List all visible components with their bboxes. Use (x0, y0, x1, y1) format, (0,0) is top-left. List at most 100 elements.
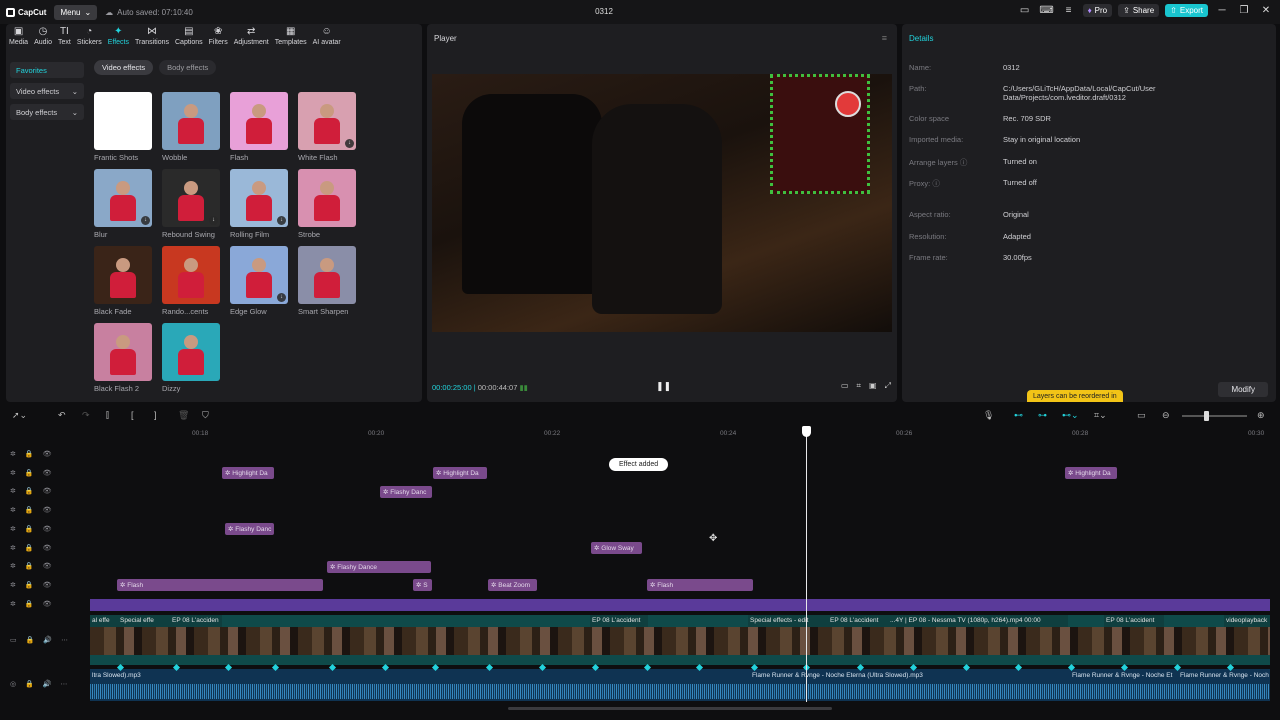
shield-icon[interactable]: ⛉ (202, 410, 209, 421)
main-video-track[interactable]: al effe Special effe EP 08 L'acciden EP 08 … (90, 615, 1270, 665)
effect-clip[interactable]: ✲ Highlight Da (1065, 467, 1117, 479)
effect-track-icon[interactable]: ✲ (10, 450, 16, 458)
effect-thumbnail[interactable] (94, 246, 152, 304)
playhead-handle[interactable] (802, 426, 811, 437)
tab-transitions[interactable]: ⋈ Transitions (132, 26, 172, 52)
tab-filters[interactable]: ❀ Filters (206, 26, 231, 52)
list-icon[interactable]: ≡ (1061, 5, 1077, 16)
eye-icon[interactable]: 👁 (43, 600, 52, 608)
caption-icon[interactable]: ▭ (1137, 410, 1146, 421)
tab-captions[interactable]: ▤ Captions (172, 26, 206, 52)
download-icon[interactable]: ↓ (141, 216, 150, 225)
eye-icon[interactable]: 👁 (43, 506, 52, 514)
download-icon[interactable]: ↓ (277, 216, 286, 225)
effect-clip[interactable]: ✲ Highlight Da (222, 467, 274, 479)
effect-thumbnail[interactable]: ↓ (162, 169, 220, 227)
full-quality-icon[interactable]: ▭ (841, 381, 849, 391)
effect-track-icon[interactable]: ✲ (10, 487, 16, 495)
hamburger-icon[interactable]: ≡ (882, 33, 887, 43)
effect-track-icon[interactable]: ✲ (10, 600, 16, 608)
modify-button[interactable]: Modify (1218, 382, 1268, 397)
undo-icon[interactable]: ↶ (58, 410, 66, 421)
eye-icon[interactable]: 👁 (43, 544, 52, 552)
effect-track-icon[interactable]: ✲ (10, 562, 16, 570)
video-segment-label[interactable]: al effe (90, 615, 118, 627)
effect-thumbnail[interactable]: ↓ (298, 92, 356, 150)
effect-thumbnail[interactable]: ↓ (230, 246, 288, 304)
category-body-effects[interactable]: Body effects ⌄ (10, 104, 84, 120)
more-icon[interactable]: ⋯ (61, 680, 68, 688)
video-segment-label[interactable]: EP 08 L'accident (828, 615, 888, 627)
lock-icon[interactable]: 🔒 (26, 636, 35, 644)
effect-item[interactable]: Dizzy (162, 323, 222, 393)
link-icon[interactable]: ⊷⌄ (1062, 410, 1079, 421)
effect-track-icon[interactable]: ✲ (10, 469, 16, 477)
eye-icon[interactable]: 👁 (43, 581, 52, 589)
effect-item[interactable]: Rando...cents (162, 246, 222, 316)
effect-thumbnail[interactable] (162, 92, 220, 150)
lock-icon[interactable]: 🔒 (25, 600, 34, 608)
effect-clip[interactable]: ✲ Flashy Danc (380, 485, 432, 498)
minimize-icon[interactable]: ─ (1214, 5, 1230, 16)
effect-track-icon[interactable]: ✲ (10, 581, 16, 589)
eye-icon[interactable]: 👁 (43, 487, 52, 495)
effect-thumbnail[interactable] (94, 323, 152, 381)
pro-button[interactable]: ♦ Pro (1082, 4, 1113, 17)
layout-icon[interactable]: ▭ (1017, 5, 1033, 16)
lock-icon[interactable]: 🔒 (25, 506, 34, 514)
download-icon[interactable]: ↓ (209, 216, 218, 225)
pause-icon[interactable]: ❚❚ (656, 381, 671, 392)
split-icon[interactable]: ⫿ (106, 410, 109, 421)
eye-icon[interactable]: 👁 (43, 525, 52, 533)
download-icon[interactable]: ↓ (345, 139, 354, 148)
video-segment-label[interactable]: Special effects - edit (748, 615, 828, 627)
effect-thumbnail[interactable] (298, 169, 356, 227)
video-track-icon[interactable]: ▭ (10, 636, 17, 644)
trim-right-icon[interactable]: ] (154, 410, 157, 420)
lock-icon[interactable]: 🔒 (25, 544, 34, 552)
effect-thumbnail[interactable]: ↓ (230, 169, 288, 227)
zoom-slider[interactable] (1182, 415, 1247, 417)
lock-icon[interactable]: 🔒 (25, 450, 34, 458)
effect-track-icon[interactable]: ✲ (10, 525, 16, 533)
subtab-body-effects[interactable]: Body effects (159, 60, 217, 75)
more-icon[interactable]: ⋯ (61, 636, 68, 644)
speaker-icon[interactable]: 🔊 (43, 680, 52, 688)
trim-left-icon[interactable]: [ (131, 410, 134, 420)
effect-item[interactable]: Black Fade (94, 246, 154, 316)
speaker-icon[interactable]: 🔊 (43, 636, 52, 644)
tab-ai-avatar[interactable]: ☺ AI avatar (310, 26, 344, 52)
video-segment-label[interactable]: ...4Y | EP 08 - Nessma TV (1080p, h264).… (888, 615, 1068, 627)
playhead[interactable] (806, 428, 807, 702)
video-preview[interactable] (432, 74, 892, 332)
zoom-out-icon[interactable]: ⊖ (1162, 410, 1170, 421)
video-segment-label[interactable]: videoplayback (1224, 615, 1270, 627)
link-main-icon[interactable]: ⊷ (1014, 410, 1023, 421)
shortcuts-icon[interactable]: ⌨ (1039, 5, 1055, 16)
video-segment-label[interactable]: EP 08 L'acciden (170, 615, 222, 627)
lock-icon[interactable]: 🔒 (25, 525, 34, 533)
effect-track-icon[interactable]: ✲ (10, 506, 16, 514)
ratio-icon[interactable]: ▣ (869, 381, 877, 391)
category-favorites[interactable]: Favorites (10, 62, 84, 78)
maximize-icon[interactable]: ❐ (1236, 5, 1252, 16)
effect-clip[interactable]: ✲ Flashy Danc (225, 523, 274, 536)
close-icon[interactable]: ✕ (1258, 5, 1274, 16)
effect-item[interactable]: Flash (230, 92, 290, 162)
effect-track-icon[interactable]: ✲ (10, 544, 16, 552)
effect-clip[interactable]: ✲ Flash (117, 579, 323, 592)
microphone-icon[interactable]: 🎙 (983, 410, 994, 421)
lock-icon[interactable]: 🔒 (25, 680, 34, 688)
filter-track-clip[interactable] (90, 599, 1270, 611)
tab-templates[interactable]: ▦ Templates (272, 26, 310, 52)
category-video-effects[interactable]: Video effects ⌄ (10, 83, 84, 99)
lock-icon[interactable]: 🔒 (25, 562, 34, 570)
zoom-in-icon[interactable]: ⊕ (1257, 410, 1265, 421)
effect-thumbnail[interactable] (162, 323, 220, 381)
tab-audio[interactable]: ◷ Audio (31, 26, 55, 52)
effect-clip[interactable]: ✲ S (413, 579, 432, 592)
effect-item[interactable]: ↓ Rebound Swing (162, 169, 222, 239)
effect-thumbnail[interactable]: ↓ (94, 169, 152, 227)
effect-clip[interactable]: ✲ Highlight Da (433, 467, 487, 479)
lock-icon[interactable]: 🔒 (25, 469, 34, 477)
